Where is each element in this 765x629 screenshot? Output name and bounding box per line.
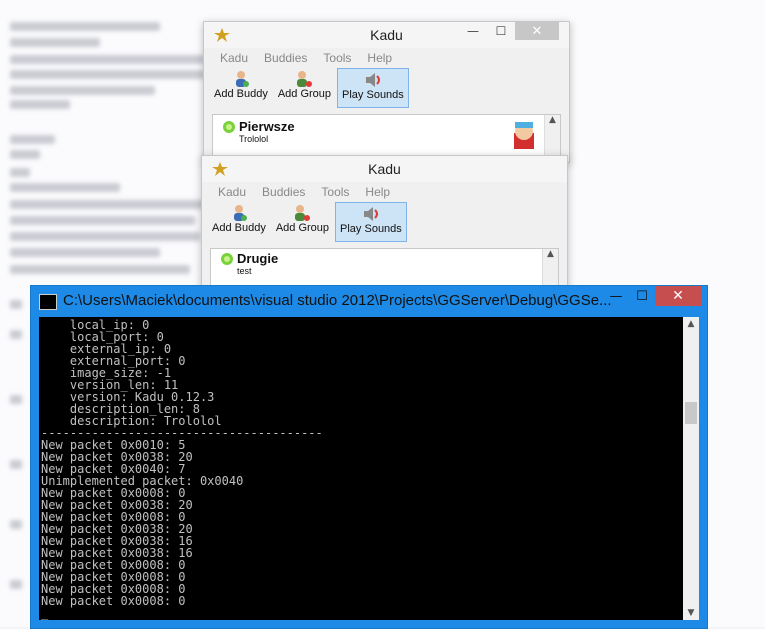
speaker-icon <box>365 73 380 87</box>
toolbar: Add Buddy Add Group Play Sounds <box>202 202 567 242</box>
contact-item[interactable]: Drugie test <box>237 251 278 276</box>
window-title: Kadu <box>368 161 401 177</box>
scroll-down-arrow[interactable]: ▼ <box>683 608 699 618</box>
menu-kadu[interactable]: Kadu <box>210 182 254 202</box>
menu-tools[interactable]: Tools <box>315 48 359 68</box>
menu-help[interactable]: Help <box>359 48 400 68</box>
maximize-button[interactable]: ☐ <box>629 286 655 306</box>
console-scrollbar[interactable]: ▲ ▼ <box>683 317 699 620</box>
add-group-button[interactable]: Add Group <box>272 202 333 240</box>
add-buddy-icon <box>233 205 247 221</box>
console-output[interactable]: local_ip: 0 local_port: 0 external_ip: 0… <box>39 317 699 620</box>
add-group-icon <box>295 205 311 221</box>
console-text: local_ip: 0 local_port: 0 external_ip: 0… <box>41 318 323 620</box>
play-sounds-button[interactable]: Play Sounds <box>337 68 409 108</box>
console-window: C:\Users\Maciek\documents\visual studio … <box>30 285 708 629</box>
add-group-label: Add Group <box>277 88 332 100</box>
menu-kadu[interactable]: Kadu <box>212 48 256 68</box>
contact-description: test <box>237 266 252 276</box>
menu-buddies[interactable]: Buddies <box>256 48 315 68</box>
contact-description: Trololol <box>239 134 269 144</box>
contact-item[interactable]: Pierwsze Trololol <box>239 119 295 144</box>
add-group-label: Add Group <box>275 222 330 234</box>
scroll-thumb[interactable] <box>685 402 697 424</box>
menu-bar: Kadu Buddies Tools Help <box>204 48 569 68</box>
title-bar[interactable]: Kadu — ☐ ✕ <box>204 22 569 48</box>
title-bar[interactable]: Kadu <box>202 156 567 182</box>
add-buddy-label: Add Buddy <box>214 88 268 100</box>
avatar <box>514 122 534 149</box>
kadu-window-2: Kadu Kadu Buddies Tools Help Add Buddy A… <box>201 155 568 292</box>
minimize-button[interactable]: — <box>603 286 629 306</box>
contact-name: Pierwsze <box>239 119 295 134</box>
toolbar: Add Buddy Add Group Play Sounds <box>204 68 569 108</box>
console-title: C:\Users\Maciek\documents\visual studio … <box>63 292 612 309</box>
contact-list: Drugie test ▲ <box>210 248 559 290</box>
online-status-icon <box>221 253 233 265</box>
console-title-bar[interactable]: C:\Users\Maciek\documents\visual studio … <box>31 286 707 316</box>
minimize-button[interactable]: — <box>459 22 487 40</box>
maximize-button[interactable]: ☐ <box>487 22 515 40</box>
play-sounds-label: Play Sounds <box>342 89 404 101</box>
kadu-window-1: Kadu — ☐ ✕ Kadu Buddies Tools Help Add B… <box>203 21 570 163</box>
menu-help[interactable]: Help <box>357 182 398 202</box>
menu-tools[interactable]: Tools <box>313 182 357 202</box>
online-status-icon <box>223 121 235 133</box>
close-button[interactable]: ✕ <box>655 286 701 306</box>
contact-scrollbar[interactable]: ▲ <box>542 249 558 289</box>
menu-buddies[interactable]: Buddies <box>254 182 313 202</box>
speaker-icon <box>363 207 378 221</box>
add-buddy-icon <box>235 71 249 87</box>
add-buddy-button[interactable]: Add Buddy <box>208 202 270 240</box>
menu-bar: Kadu Buddies Tools Help <box>202 182 567 202</box>
add-group-button[interactable]: Add Group <box>274 68 335 106</box>
contact-name: Drugie <box>237 251 279 266</box>
close-button[interactable]: ✕ <box>515 22 559 40</box>
add-group-icon <box>297 71 313 87</box>
play-sounds-label: Play Sounds <box>340 223 402 235</box>
console-icon <box>39 294 57 310</box>
add-buddy-button[interactable]: Add Buddy <box>210 68 272 106</box>
add-buddy-label: Add Buddy <box>212 222 266 234</box>
play-sounds-button[interactable]: Play Sounds <box>335 202 407 242</box>
scroll-up-arrow[interactable]: ▲ <box>683 319 699 329</box>
